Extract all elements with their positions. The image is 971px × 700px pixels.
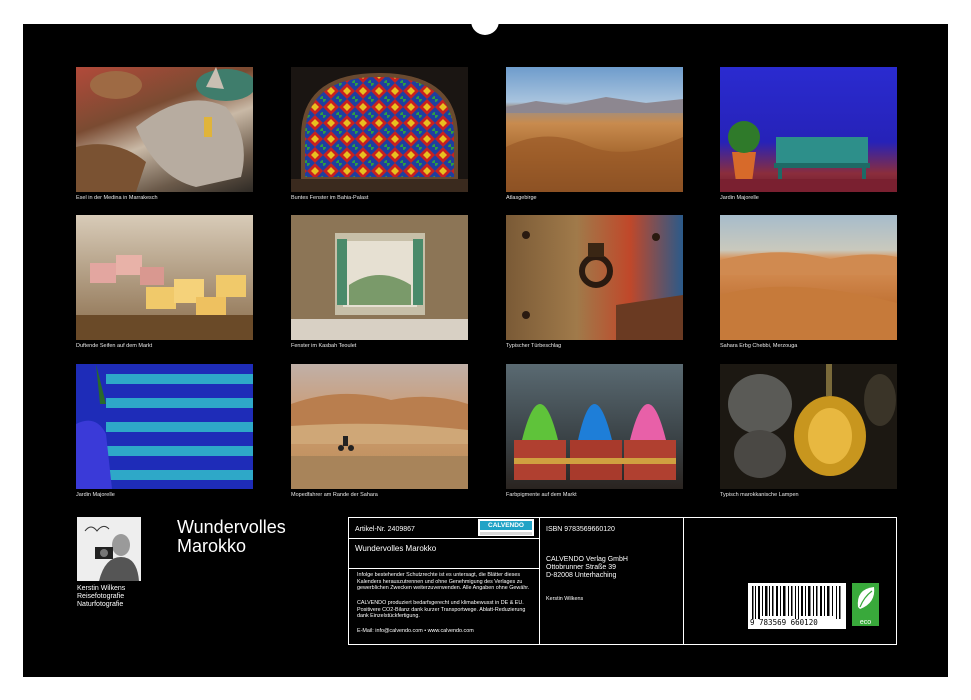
photo-window <box>291 67 468 192</box>
photo-tile: Mopedfahrer am Rande der Sahara <box>291 364 468 499</box>
photo-caption: Mopedfahrer am Rande der Sahara <box>291 492 378 498</box>
photo-soaps <box>76 215 253 340</box>
photo-moped-sahara <box>291 364 468 489</box>
leaf-icon <box>857 587 875 609</box>
divider <box>349 568 539 569</box>
eco-label: eco <box>859 619 872 626</box>
photo-caption: Typisch marokkanische Lampen <box>720 492 799 498</box>
photo-tile: Typisch marokkanische Lampen <box>720 364 897 499</box>
author-specialty-2: Naturfotografie <box>77 601 124 608</box>
calvendo-logo: CALVENDO <box>478 519 534 536</box>
divider <box>349 538 539 539</box>
photo-tile: Typischer Türbeschlag <box>506 215 683 350</box>
divider <box>539 518 540 644</box>
title-line-1: Wundervolles <box>177 517 286 537</box>
photo-tile: Fenster im Kasbah Teoulet <box>291 215 468 350</box>
photo-tile: Duftende Seifen auf dem Markt <box>76 215 253 350</box>
title-line-2: Marokko <box>177 536 247 556</box>
calendar-name: Wundervolles Marokko <box>355 544 437 553</box>
author-credit: Kerstin Wilkens <box>546 596 584 602</box>
eco-notice: CALVENDO produziert bedarfsgerecht und k… <box>357 600 526 620</box>
photo-caption: Farbpigmente auf dem Markt <box>506 492 577 498</box>
barcode: 9 783569 660120 <box>748 583 846 629</box>
logo-tagline <box>480 532 532 535</box>
isbn: ISBN 9783569660120 <box>546 526 615 533</box>
photo-tile: Farbpigmente auf dem Markt <box>506 364 683 499</box>
photo-lamps <box>720 364 897 489</box>
photo-majorelle-bench <box>720 67 897 192</box>
photo-majorelle-stairs <box>76 364 253 489</box>
logo-text: CALVENDO <box>480 521 532 530</box>
publisher-line-2: Ottobrunner Straße 39 <box>546 564 617 571</box>
photo-tile: Jardin Majorelle <box>720 67 897 202</box>
eco-badge: eco <box>852 583 879 626</box>
photo-pigments <box>506 364 683 489</box>
article-number: Artikel-Nr. 2409867 <box>355 526 415 533</box>
barcode-digits: 9 783569 660120 <box>750 618 818 627</box>
calendar-title: Wundervolles Marokko <box>177 518 286 556</box>
photo-tile: Sahara Erbg Chebbi, Merzouga <box>720 215 897 350</box>
author-specialty-1: Reisefotografie <box>77 593 125 600</box>
photo-caption: Jardin Majorelle <box>720 195 759 201</box>
photo-atlas <box>506 67 683 192</box>
photo-donkey <box>76 67 253 192</box>
photo-tile: Buntes Fenster im Bahia-Palast <box>291 67 468 202</box>
photo-caption: Atlasgebirge <box>506 195 537 201</box>
legal-notice: Infolge bestehender Schutzrechte ist es … <box>357 572 530 592</box>
photo-caption: Typischer Türbeschlag <box>506 343 562 349</box>
divider <box>683 518 684 644</box>
photo-caption: Jardin Majorelle <box>76 492 115 498</box>
photo-door-knocker <box>506 215 683 340</box>
portrait-image <box>77 517 141 581</box>
publisher-line-1: CALVENDO Verlag GmbH <box>546 556 628 563</box>
photo-caption: Sahara Erbg Chebbi, Merzouga <box>720 343 798 349</box>
photo-caption: Esel in der Medina in Marrakesch <box>76 195 158 201</box>
contact-line: E-Mail: info@calvendo.com • www.calvendo… <box>357 628 474 634</box>
publisher-line-3: D-82008 Unterhaching <box>546 572 617 579</box>
photo-tile: Esel in der Medina in Marrakesch <box>76 67 253 202</box>
author-name: Kerstin Wilkens <box>77 585 126 592</box>
photo-kasbah-window <box>291 215 468 340</box>
photo-caption: Duftende Seifen auf dem Markt <box>76 343 153 349</box>
author-portrait <box>77 517 141 581</box>
photo-caption: Buntes Fenster im Bahia-Palast <box>291 195 369 201</box>
author-info: Kerstin Wilkens Reisefotografie Naturfot… <box>77 585 125 609</box>
photo-tile: Jardin Majorelle <box>76 364 253 499</box>
photo-sahara-dunes <box>720 215 897 340</box>
photo-caption: Fenster im Kasbah Teoulet <box>291 343 357 349</box>
photo-tile: Atlasgebirge <box>506 67 683 202</box>
